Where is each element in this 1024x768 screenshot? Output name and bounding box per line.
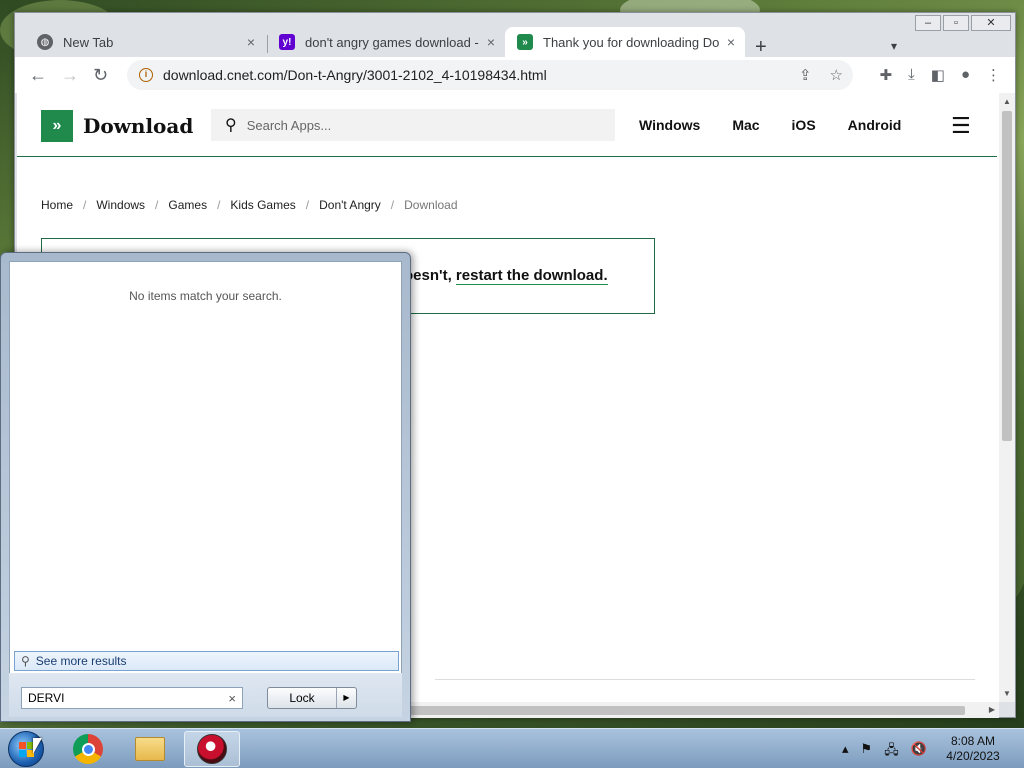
mouse-pointer-icon [33,738,42,754]
scroll-right-arrow-icon[interactable]: ▶ [989,705,995,714]
breadcrumb-separator: / [155,198,159,212]
yahoo-icon: y! [279,34,295,50]
tab-search-chevron-icon[interactable]: ▾ [891,39,897,53]
nav-mac[interactable]: Mac [732,117,759,133]
site-nav: Windows Mac iOS Android [639,117,901,133]
taskbar-app[interactable] [184,731,240,767]
hamburger-menu-icon[interactable]: ☰ [951,113,971,139]
cnet-download-icon: » [517,34,533,50]
clock-time: 8:08 AM [950,734,996,748]
breadcrumb-separator: / [217,198,221,212]
site-search-input[interactable]: ⚲ Search Apps... [211,109,615,141]
lock-button[interactable]: Lock ▶ [267,687,357,709]
tab-title: New Tab [63,34,114,50]
tab-new-tab[interactable]: ◍ New Tab × [25,27,265,57]
start-menu-results-pane: No items match your search. ⚲ See more r… [9,261,402,717]
taskbar: ▴ ⚑ 🖧 🔇 8:08 AM 4/20/2023 [0,728,1024,768]
search-placeholder: Search Apps... [246,117,332,133]
extensions-icon[interactable]: ✚ [880,66,893,84]
logo-text: Download [83,114,194,138]
downloads-icon[interactable]: ⤓ [908,66,915,84]
see-more-results-label: See more results [35,654,127,668]
new-tab-button[interactable]: + [755,36,767,59]
power-options-arrow-icon[interactable]: ▶ [336,688,356,708]
forward-button[interactable]: → [61,65,79,86]
tab-yahoo-search[interactable]: y! don't angry games download - C × [267,27,505,57]
profile-icon[interactable]: ● [961,66,970,84]
page-divider [435,679,975,680]
vertical-scroll-thumb[interactable] [1002,111,1012,441]
back-button[interactable]: ← [29,65,47,86]
start-menu: No items match your search. ⚲ See more r… [0,252,411,722]
breadcrumb-kids-games[interactable]: Kids Games [230,198,295,212]
notice-text: oesn't, restart the download. [404,267,608,285]
scroll-down-arrow-icon[interactable]: ▼ [1003,689,1011,698]
breadcrumb-separator: / [390,198,395,212]
action-center-flag-icon[interactable]: ⚑ [861,741,873,763]
close-tab-icon[interactable]: × [487,34,495,50]
restart-download-link[interactable]: restart the download. [455,267,608,285]
breadcrumb-separator: / [83,198,87,212]
scroll-up-arrow-icon[interactable]: ▲ [1003,97,1011,106]
share-icon[interactable]: ⇪ [799,66,812,84]
breadcrumb: Home / Windows / Games / Kids Games / Do… [41,198,458,212]
search-icon: ⚲ [21,654,30,668]
tab-title: don't angry games download - C [305,34,479,50]
close-tab-icon[interactable]: × [247,34,255,50]
breadcrumb-games[interactable]: Games [168,198,207,212]
start-search-input[interactable]: DERVI × [21,687,243,709]
breadcrumb-home[interactable]: Home [41,198,73,212]
see-more-results-button[interactable]: ⚲ See more results [14,651,399,671]
breadcrumb-separator: / [305,198,310,212]
clear-search-icon[interactable]: × [228,691,236,706]
menu-kebab-icon[interactable]: ⋮ [986,66,1001,84]
chrome-icon [73,734,103,764]
site-header: » Download ⚲ Search Apps... Windows Mac … [17,93,997,157]
nav-android[interactable]: Android [848,117,902,133]
address-bar[interactable]: i download.cnet.com/Don-t-Angry/3001-210… [127,60,853,90]
notice-partial-text: oesn't, [404,267,452,284]
download-logo-icon: » [41,110,73,142]
no-results-text: No items match your search. [129,289,282,303]
volume-muted-icon[interactable]: 🔇 [911,741,927,763]
breadcrumb-current: Download [404,198,458,212]
folder-icon [135,737,165,761]
start-menu-bottom-bar: DERVI × Lock ▶ [9,673,402,717]
start-search-value: DERVI [28,691,65,705]
breadcrumb-dont-angry[interactable]: Don't Angry [319,198,381,212]
nav-windows[interactable]: Windows [639,117,700,133]
clock-date: 4/20/2023 [946,749,1000,763]
breadcrumb-windows[interactable]: Windows [96,198,145,212]
close-tab-icon[interactable]: × [727,34,735,50]
reload-button[interactable]: ↻ [93,65,108,86]
nav-ios[interactable]: iOS [792,117,816,133]
site-logo[interactable]: » Download [41,110,193,142]
bookmark-star-icon[interactable]: ☆ [830,66,843,84]
vertical-scrollbar[interactable]: ▲ ▼ [999,93,1015,702]
site-info-icon[interactable]: i [139,68,153,82]
side-panel-icon[interactable]: ◧ [931,66,945,84]
tab-strip: ◍ New Tab × y! don't angry games downloa… [15,23,1015,59]
toolbar-actions: ✚ ⤓ ◧ ● ⋮ [880,66,1001,84]
taskbar-chrome[interactable] [60,731,116,767]
lock-label: Lock [289,691,315,705]
tab-cnet-download[interactable]: » Thank you for downloading Don × [505,27,745,57]
browser-toolbar: ← → ↻ i download.cnet.com/Don-t-Angry/30… [15,57,1015,93]
system-tray: ▴ ⚑ 🖧 🔇 [842,741,927,763]
omnibox-actions: ⇪ ☆ [799,66,843,84]
clock[interactable]: 8:08 AM 4/20/2023 [940,734,1006,764]
show-hidden-icons-icon[interactable]: ▴ [842,741,849,763]
search-icon: ⚲ [225,117,237,134]
horizontal-scroll-thumb[interactable] [405,706,965,715]
taskbar-file-explorer[interactable] [122,731,178,767]
tab-title: Thank you for downloading Don [543,34,719,50]
globe-icon: ◍ [37,34,53,50]
app-icon [197,734,227,764]
network-icon[interactable]: 🖧 [884,741,899,763]
url-text: download.cnet.com/Don-t-Angry/3001-2102_… [163,67,547,83]
